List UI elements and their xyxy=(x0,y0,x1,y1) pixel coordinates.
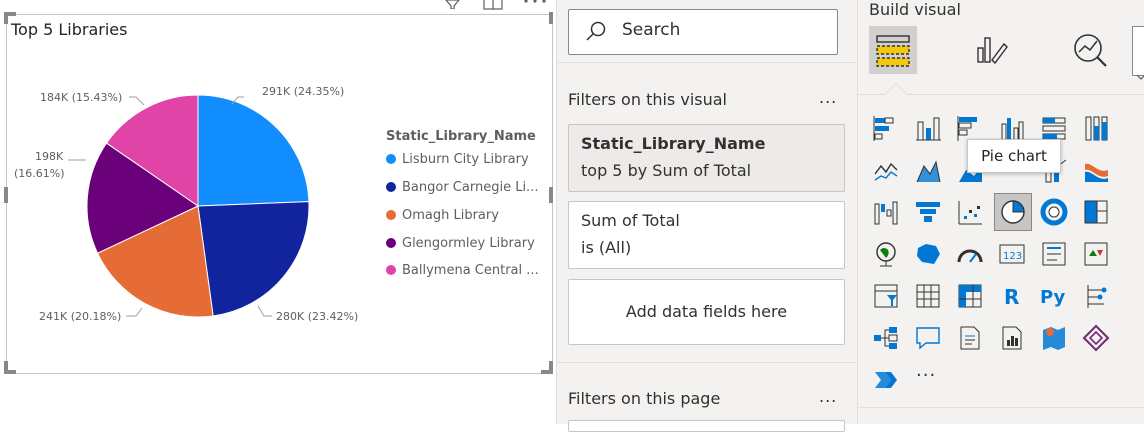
data-label-glengormley-pct: (16.61%) xyxy=(14,167,65,180)
100-stacked-column-icon[interactable] xyxy=(1082,114,1110,142)
page-filter-card[interactable] xyxy=(568,420,845,432)
ribbon-chart-icon[interactable] xyxy=(1082,156,1110,184)
legend-label: Omagh Library xyxy=(402,208,499,223)
filters-page-more-button[interactable]: ... xyxy=(819,387,837,406)
filters-on-visual-heading: Filters on this visual xyxy=(568,90,727,109)
filled-map-icon[interactable] xyxy=(914,240,942,268)
leader-line xyxy=(126,307,143,317)
add-data-fields-label: Add data fields here xyxy=(625,302,788,321)
filter-card-summary: top 5 by Sum of Total xyxy=(581,161,752,180)
donut-chart-icon[interactable] xyxy=(1040,198,1068,226)
matrix-icon[interactable] xyxy=(956,282,984,310)
build-visual-title: Build visual xyxy=(869,0,961,19)
more-visuals-button[interactable]: ... xyxy=(916,360,936,381)
legend-marker xyxy=(386,238,396,248)
power-automate-icon[interactable] xyxy=(872,366,900,394)
svg-text:Py: Py xyxy=(1040,287,1066,308)
divider xyxy=(557,62,856,63)
selection-caret xyxy=(884,83,908,96)
stacked-bar-chart-icon[interactable] xyxy=(872,114,900,142)
legend-marker xyxy=(386,210,396,220)
legend-marker xyxy=(386,154,396,164)
card-icon[interactable]: 123 xyxy=(998,240,1026,268)
pane-edge-tab[interactable] xyxy=(1132,26,1144,76)
power-apps-icon[interactable] xyxy=(1082,324,1110,352)
map-icon[interactable] xyxy=(872,240,900,268)
filter-card-title: Static_Library_Name xyxy=(581,134,766,153)
python-visual-icon[interactable]: Py xyxy=(1040,282,1068,310)
key-influencers-icon[interactable] xyxy=(1082,282,1110,310)
qa-visual-icon[interactable] xyxy=(914,324,942,352)
slicer-icon[interactable] xyxy=(872,282,900,310)
clustered-bar-chart-icon[interactable] xyxy=(956,114,984,142)
pie-chart-icon xyxy=(1001,200,1025,224)
legend-item[interactable]: Lisburn City Library xyxy=(386,152,529,167)
area-chart-icon[interactable] xyxy=(914,156,942,184)
legend-item[interactable]: Bangor Carnegie Li... xyxy=(386,180,538,195)
divider xyxy=(857,407,1144,408)
divider xyxy=(557,362,856,363)
legend-item[interactable]: Glengormley Library xyxy=(386,236,535,251)
search-placeholder: Search xyxy=(622,20,681,40)
legend-label: Bangor Carnegie Li... xyxy=(402,180,539,195)
chevron-down-icon[interactable] xyxy=(1136,74,1144,82)
legend-label: Lisburn City Library xyxy=(402,152,529,167)
smart-narrative-icon[interactable] xyxy=(956,324,984,352)
stacked-column-chart-icon[interactable] xyxy=(914,114,942,142)
legend-marker xyxy=(386,182,396,192)
fields-tab[interactable] xyxy=(869,26,917,74)
paginated-report-icon[interactable] xyxy=(998,324,1026,352)
add-data-fields-dropzone[interactable]: Add data fields here xyxy=(568,279,845,345)
svg-text:R: R xyxy=(1004,285,1019,309)
r-visual-icon[interactable]: R xyxy=(998,282,1026,310)
data-label-bangor: 280K (23.42%) xyxy=(276,310,358,323)
data-label-ballymena: 184K (15.43%) xyxy=(40,91,122,104)
filter-card-library-name[interactable]: Static_Library_Name top 5 by Sum of Tota… xyxy=(568,124,845,192)
legend-marker xyxy=(386,265,396,275)
legend-item[interactable]: Ballymena Central ... xyxy=(386,263,539,278)
pie-slice[interactable] xyxy=(197,94,310,207)
analytics-icon[interactable] xyxy=(1068,28,1112,72)
line-chart-icon[interactable] xyxy=(872,156,900,184)
legend-label: Glengormley Library xyxy=(402,236,535,251)
filter-card-summary: is (All) xyxy=(581,238,632,257)
legend-title: Static_Library_Name xyxy=(386,129,536,144)
format-visual-icon[interactable] xyxy=(968,30,1012,70)
data-label-omagh: 241K (20.18%) xyxy=(39,310,121,323)
build-fields-icon xyxy=(876,35,910,67)
search-icon xyxy=(586,21,606,41)
table-icon[interactable] xyxy=(914,282,942,310)
multi-row-card-icon[interactable] xyxy=(1040,240,1068,268)
pie-chart-tooltip: Pie chart xyxy=(967,139,1061,173)
100-stacked-bar-icon[interactable] xyxy=(1040,114,1068,142)
svg-text:123: 123 xyxy=(1003,251,1022,262)
filter-card-title: Sum of Total xyxy=(581,211,680,230)
legend-label: Ballymena Central ... xyxy=(402,263,539,278)
filters-visual-more-button[interactable]: ... xyxy=(819,88,837,107)
decomposition-tree-icon[interactable] xyxy=(872,324,900,352)
treemap-icon[interactable] xyxy=(1082,198,1110,226)
gauge-icon[interactable] xyxy=(956,240,984,268)
search-box[interactable] xyxy=(568,9,838,55)
pie-slice[interactable] xyxy=(197,201,310,317)
data-label-lisburn: 291K (24.35%) xyxy=(262,85,344,98)
legend-item[interactable]: Omagh Library xyxy=(386,208,499,223)
leader-line xyxy=(129,96,145,106)
azure-map-icon[interactable] xyxy=(1040,324,1068,352)
pie-chart-button-selected[interactable] xyxy=(994,193,1032,231)
clustered-column-chart-icon[interactable] xyxy=(998,114,1026,142)
data-label-glengormley: 198K xyxy=(35,150,64,163)
scatter-chart-icon[interactable] xyxy=(956,198,984,226)
leader-line xyxy=(257,305,272,317)
funnel-chart-icon[interactable] xyxy=(914,198,942,226)
waterfall-chart-icon[interactable] xyxy=(872,198,900,226)
kpi-icon[interactable] xyxy=(1082,240,1110,268)
filter-card-sum-total[interactable]: Sum of Total is (All) xyxy=(568,201,845,269)
filters-on-page-heading: Filters on this page xyxy=(568,389,721,408)
